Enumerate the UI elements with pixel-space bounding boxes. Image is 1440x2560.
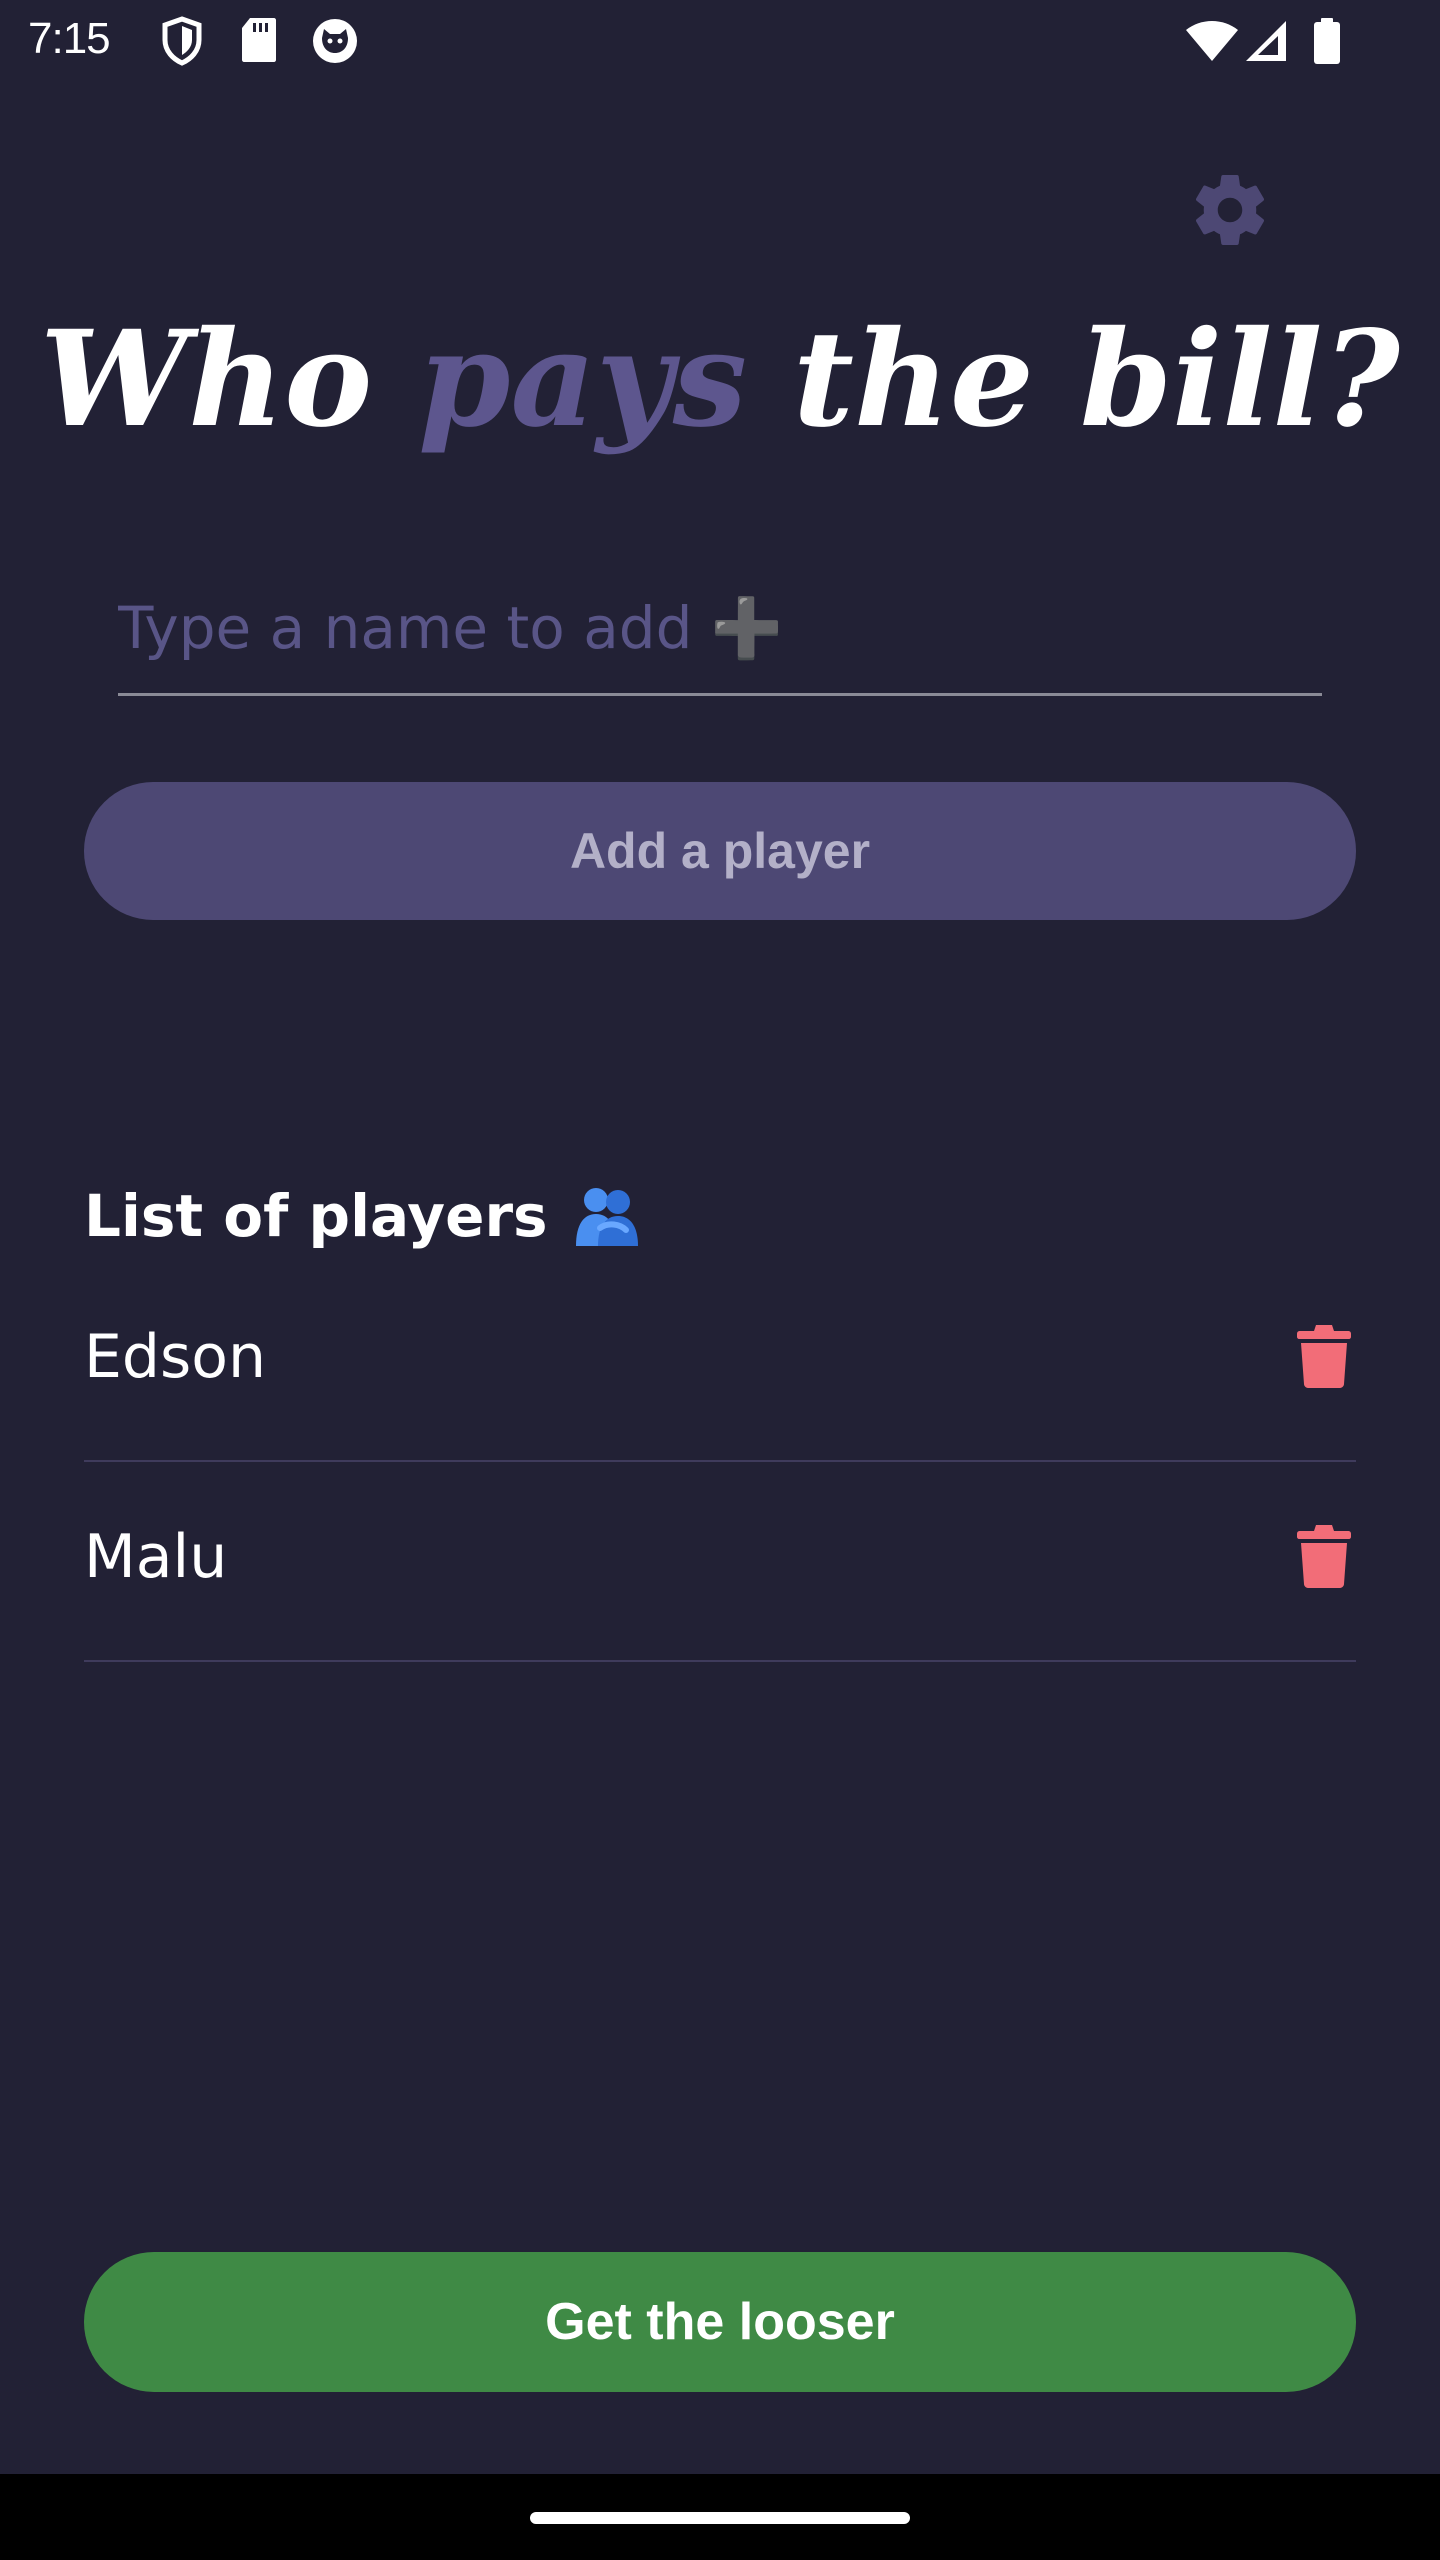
delete-player-button[interactable] bbox=[1284, 1516, 1364, 1596]
signal-icon bbox=[1244, 20, 1288, 66]
page-title: Who pays the bill? bbox=[0, 290, 1440, 470]
title-accent-pays: pays bbox=[418, 302, 748, 457]
people-hugging-icon bbox=[570, 1180, 642, 1252]
players-list-heading: List of players bbox=[84, 1180, 642, 1252]
battery-icon bbox=[1312, 18, 1342, 68]
players-list-title: List of players bbox=[84, 1182, 548, 1250]
player-row-malu: Malu bbox=[84, 1462, 1356, 1662]
players-list: Edson Malu bbox=[84, 1262, 1356, 1662]
trash-icon bbox=[1297, 1525, 1351, 1588]
home-gesture-handle[interactable] bbox=[530, 2512, 910, 2524]
add-player-button[interactable]: Add a player bbox=[84, 782, 1356, 920]
player-name: Edson bbox=[84, 1322, 266, 1392]
title-part-who: Who bbox=[40, 302, 419, 457]
player-row-edson: Edson bbox=[84, 1262, 1356, 1462]
name-field bbox=[118, 568, 1322, 696]
wifi-icon bbox=[1184, 20, 1240, 66]
sd-card-icon bbox=[240, 16, 278, 68]
cat-face-icon bbox=[310, 16, 360, 70]
name-input[interactable] bbox=[118, 568, 1322, 688]
status-time: 7:15 bbox=[28, 14, 111, 63]
get-looser-button[interactable]: Get the looser bbox=[84, 2252, 1356, 2392]
status-bar: 7:15 bbox=[0, 0, 1440, 84]
shield-icon bbox=[160, 16, 204, 70]
player-name: Malu bbox=[84, 1522, 228, 1592]
gear-icon bbox=[1195, 174, 1265, 245]
settings-button[interactable] bbox=[1188, 168, 1272, 252]
title-part-bill: the bill? bbox=[747, 302, 1400, 457]
trash-icon bbox=[1297, 1325, 1351, 1388]
navigation-bar bbox=[0, 2474, 1440, 2560]
delete-player-button[interactable] bbox=[1284, 1316, 1364, 1396]
